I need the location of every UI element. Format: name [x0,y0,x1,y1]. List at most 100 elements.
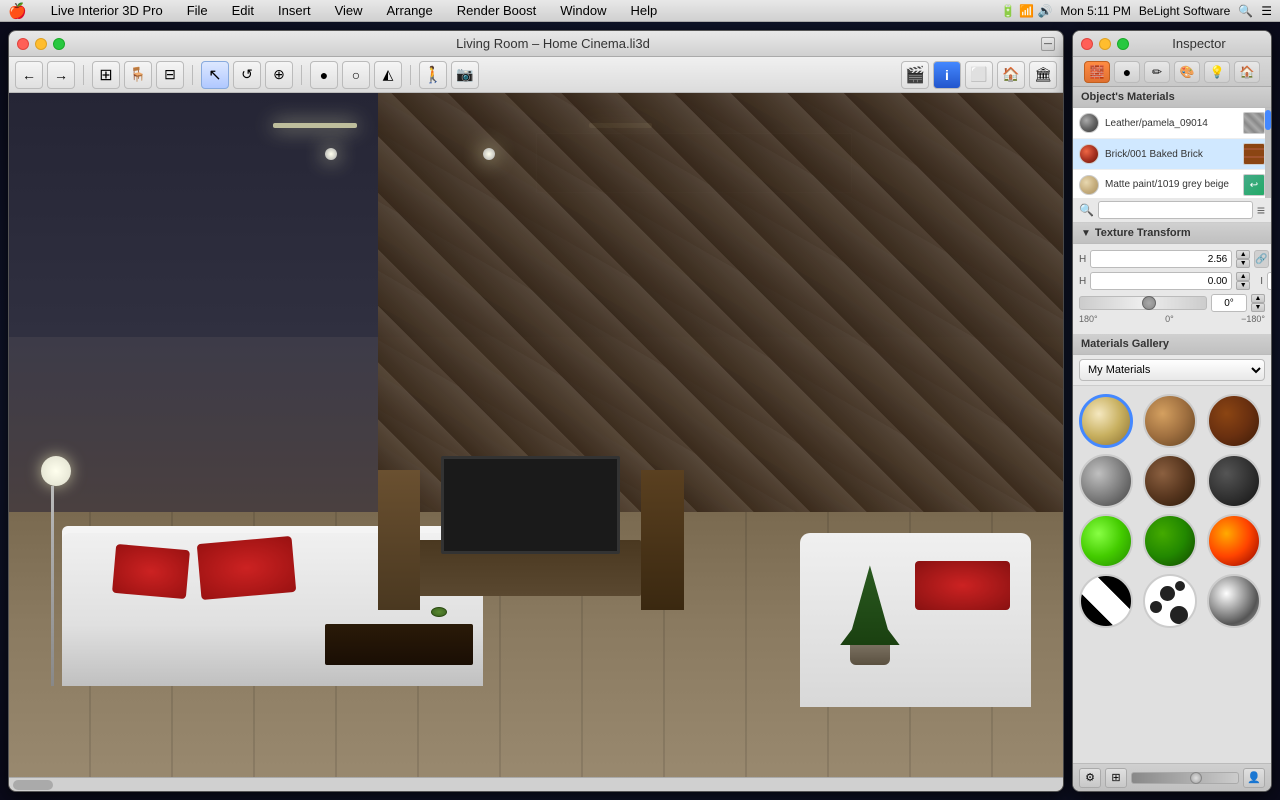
footer-settings-button[interactable]: ⚙ [1079,768,1101,788]
inspector-panel: Inspector 🧱 ● ✏ 🎨 💡 🏠 Object's Materials [1072,30,1272,792]
viewport-scrollbar[interactable] [9,777,1063,791]
menu-file[interactable]: File [183,3,212,18]
toolbar: ← → ⊞ 🪑 ⊟ ↖ ↺ ⊕ ● ○ ◭ 🚶 📷 🎬 i ⬜ 🏠 🏛 [9,57,1063,93]
materials-scroll-thumb[interactable] [1265,110,1271,130]
gallery-item-dark[interactable] [1207,454,1261,508]
menu-icon[interactable]: ☰ [1261,4,1272,18]
menu-help[interactable]: Help [627,3,662,18]
rotation-up[interactable]: ▲ [1251,294,1265,303]
menu-view[interactable]: View [331,3,367,18]
materials-scrollbar[interactable] [1265,108,1271,198]
view-home-button[interactable]: 🏠 [997,61,1025,89]
footer-person-button[interactable]: 👤 [1243,768,1265,788]
material-item-leather[interactable]: Leather/pamela_09014 [1073,108,1271,139]
search-icon[interactable]: 🔍 [1238,4,1253,18]
menu-window[interactable]: Window [556,3,610,18]
orbit-tool[interactable]: ↺ [233,61,261,89]
view-exterior-button[interactable]: 🏛 [1029,61,1057,89]
tab-light[interactable]: 💡 [1204,61,1230,83]
nav-back-button[interactable]: ← [15,61,43,89]
tab-paint[interactable]: ✏ [1144,61,1170,83]
render-icon[interactable]: 🎬 [901,61,929,89]
walk-tool[interactable]: 🚶 [419,61,447,89]
sphere-tool[interactable]: ● [310,61,338,89]
gallery-item-beige[interactable] [1079,394,1133,448]
minimize-button[interactable] [35,38,47,50]
main-area: Living Room – Home Cinema.li3d — ← → ⊞ 🪑… [0,22,1280,800]
tab-object[interactable]: ● [1114,61,1140,83]
tx-link-icon[interactable]: 🔗 [1254,250,1268,268]
rotation-slider[interactable] [1079,296,1207,310]
tx-ty-input[interactable] [1267,272,1271,290]
viewport-content[interactable] [9,93,1063,791]
rotation-thumb[interactable] [1142,296,1156,310]
gallery-item-green-dark[interactable] [1143,514,1197,568]
menu-insert[interactable]: Insert [274,3,315,18]
fullscreen-button[interactable] [53,38,65,50]
menu-render[interactable]: Render Boost [453,3,541,18]
footer-zoom-thumb[interactable] [1190,772,1202,784]
gallery-item-wood-red[interactable] [1207,394,1261,448]
footer-grid-button[interactable]: ⊞ [1105,768,1127,788]
move-tool[interactable]: ⊕ [265,61,293,89]
select-tool[interactable]: ↖ [201,61,229,89]
tab-room[interactable]: 🏠 [1234,61,1260,83]
rotation-row: ▲ ▼ [1079,294,1265,312]
apple-menu[interactable]: 🍎 [8,2,27,20]
tx-tx-up[interactable]: ▲ [1236,272,1250,281]
texture-transform-body: H ▲ ▼ 🔗 I ▲ ▼ H [1073,244,1271,334]
menu-app[interactable]: Live Interior 3D Pro [47,3,167,18]
list-options-icon[interactable]: ≡ [1257,202,1265,218]
sofa-button[interactable]: 🪑 [124,61,152,89]
material-item-brick[interactable]: Brick/001 Baked Brick [1073,139,1271,170]
gallery-item-wood-light[interactable] [1143,394,1197,448]
menu-edit[interactable]: Edit [228,3,258,18]
rotation-input[interactable] [1211,294,1247,312]
viewport-titlebar: Living Room – Home Cinema.li3d — [9,31,1063,57]
rot-label-min: 180° [1079,314,1098,324]
material-item-paint[interactable]: Matte paint/1019 grey beige ↩ [1073,170,1271,198]
gallery-item-fire[interactable] [1207,514,1261,568]
camera-tool[interactable]: 📷 [451,61,479,89]
material-swatch-leather [1079,113,1099,133]
texture-transform-header: ▼ Texture Transform [1073,223,1271,244]
tx-tx-input[interactable] [1090,272,1232,290]
pillow-3 [915,561,1010,610]
floor-plan-button[interactable]: ⊞ [92,61,120,89]
gallery-item-green-bright[interactable] [1079,514,1133,568]
scroll-thumb[interactable] [13,780,53,790]
tx-width-input[interactable] [1090,250,1232,268]
inspector-minimize[interactable] [1099,38,1111,50]
tx-width-down[interactable]: ▼ [1236,259,1250,268]
tab-materials[interactable]: 🧱 [1084,61,1110,83]
nav-forward-button[interactable]: → [47,61,75,89]
tx-width-stepper: ▲ ▼ [1236,250,1250,268]
resize-button[interactable]: — [1041,37,1055,51]
material-thumb-brick [1243,143,1265,165]
rotation-down[interactable]: ▼ [1251,303,1265,312]
footer-zoom-slider[interactable] [1131,772,1239,784]
gallery-item-chrome[interactable] [1207,574,1261,628]
inspector-titlebar: Inspector [1073,31,1271,57]
cone-tool[interactable]: ◭ [374,61,402,89]
tx-width-up[interactable]: ▲ [1236,250,1250,259]
toolbar-right: 🎬 i ⬜ 🏠 🏛 [901,61,1057,89]
info-button[interactable]: i [933,61,961,89]
toolbar-sep-1 [83,65,84,85]
gallery-item-brown[interactable] [1143,454,1197,508]
tx-tx-down[interactable]: ▼ [1236,281,1250,290]
gallery-item-spots[interactable] [1143,574,1197,628]
gallery-item-metal[interactable] [1079,454,1133,508]
inspector-zoom[interactable] [1117,38,1129,50]
material-search-input[interactable] [1098,201,1253,219]
ring-tool[interactable]: ○ [342,61,370,89]
tab-texture[interactable]: 🎨 [1174,61,1200,83]
plant [835,565,905,665]
menu-arrange[interactable]: Arrange [383,3,437,18]
gallery-dropdown[interactable]: My Materials All Materials Standard [1079,359,1265,381]
grid-button[interactable]: ⊟ [156,61,184,89]
gallery-item-zebra[interactable] [1079,574,1133,628]
view-2d-button[interactable]: ⬜ [965,61,993,89]
inspector-close[interactable] [1081,38,1093,50]
close-button[interactable] [17,38,29,50]
